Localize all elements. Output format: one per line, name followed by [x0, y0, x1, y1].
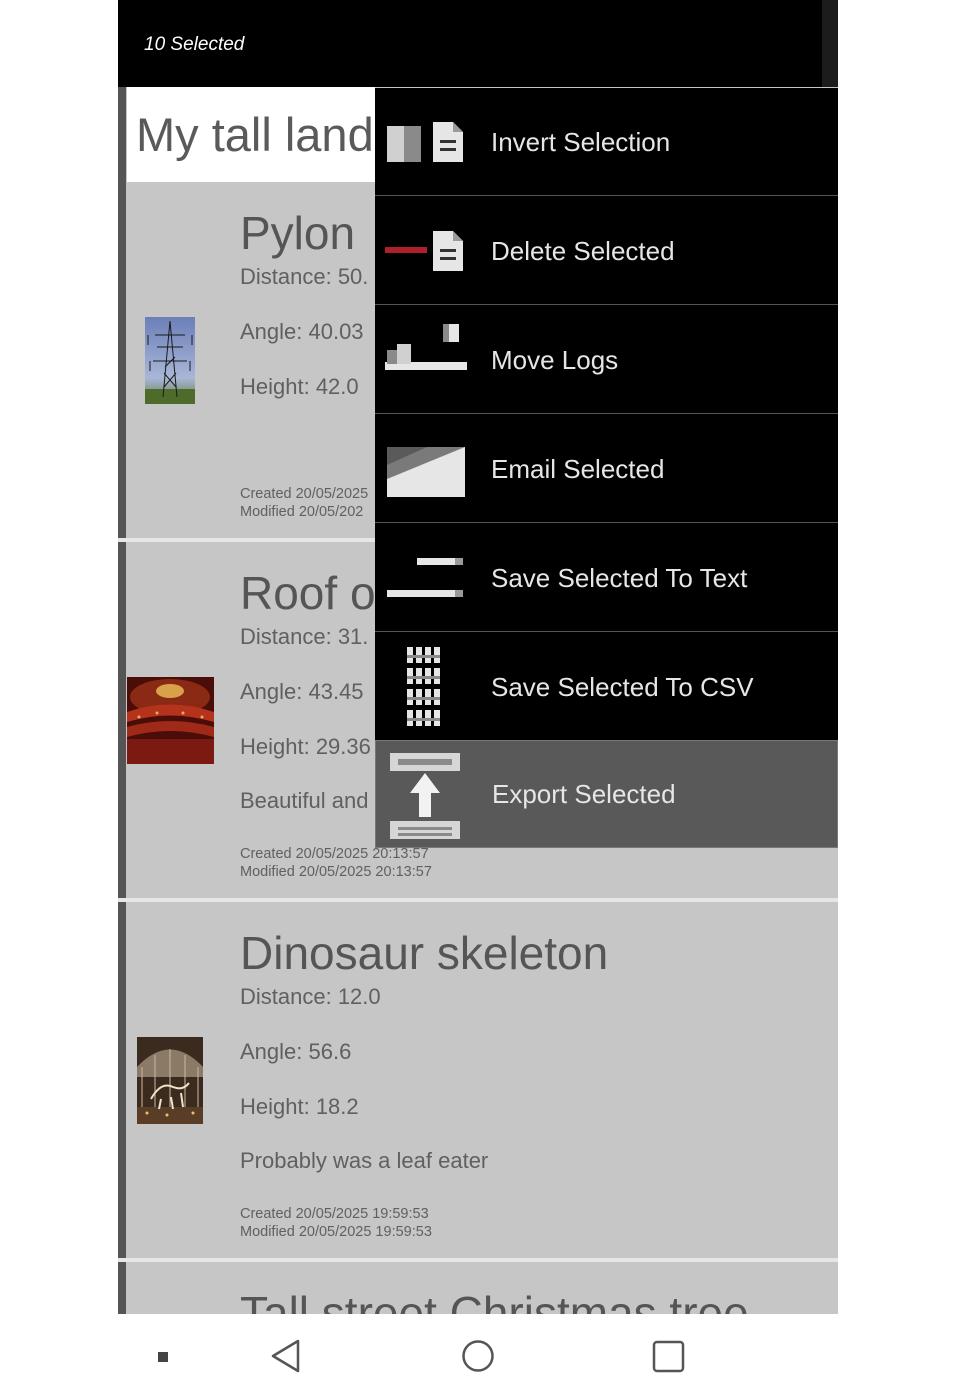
selection-indicator: [118, 542, 126, 898]
back-icon[interactable]: [270, 1339, 302, 1378]
log-distance: Distance: 31.: [240, 624, 369, 649]
log-name: Dinosaur skeleton: [240, 927, 609, 979]
log-height: Height: 42.0: [240, 374, 359, 399]
menu-item-export-selected[interactable]: Export Selected: [375, 740, 838, 848]
log-distance: Distance: 12.0: [240, 984, 381, 1009]
log-angle: Angle: 56.6: [240, 1039, 352, 1064]
overflow-menu: Invert Selection Delete Selected Move Lo…: [375, 88, 838, 848]
scrollbar[interactable]: [822, 0, 838, 87]
email-icon: [385, 429, 471, 509]
log-created: Created 20/05/2025 19:59:53: [240, 1206, 429, 1222]
selection-indicator: [118, 87, 126, 182]
nav-dot-icon: [158, 1352, 168, 1362]
menu-item-label: Export Selected: [492, 779, 676, 809]
log-name: Pylon: [240, 207, 356, 259]
menu-item-label: Save Selected To CSV: [491, 672, 754, 702]
menu-item-email-selected[interactable]: Email Selected: [375, 415, 838, 523]
invert-selection-icon: [385, 102, 471, 182]
log-distance: Distance: 50.: [240, 264, 369, 289]
log-angle: Angle: 40.03: [240, 319, 364, 344]
selection-indicator: [118, 902, 126, 1258]
log-name: Roof o: [240, 567, 376, 619]
system-nav-bar: [0, 1314, 956, 1396]
menu-item-label: Delete Selected: [491, 236, 675, 266]
log-card[interactable]: Tall street Christmas tree: [118, 1262, 838, 1314]
text-file-icon: [385, 538, 471, 618]
log-modified: Modified 20/05/2025 19:59:53: [240, 1224, 432, 1240]
menu-item-move-logs[interactable]: Move Logs: [375, 306, 838, 414]
log-height: Height: 29.36: [240, 734, 371, 759]
home-icon[interactable]: [461, 1339, 495, 1378]
list-title-field[interactable]: My tall land: [127, 87, 375, 182]
move-logs-icon: [385, 320, 471, 400]
pylon-thumbnail: [145, 317, 195, 404]
csv-grid-icon: [385, 647, 471, 727]
menu-item-label: Invert Selection: [491, 127, 671, 157]
log-card[interactable]: Dinosaur skeleton Distance: 12.0 Angle: …: [118, 902, 838, 1262]
dinosaur-thumbnail: [137, 1037, 203, 1124]
app-screen: 10 Selected My tall land Pylon Distance:…: [118, 0, 838, 1314]
log-modified: Modified 20/05/202: [240, 504, 364, 520]
log-note: Probably was a leaf eater: [240, 1148, 489, 1173]
log-angle: Angle: 43.45: [240, 679, 364, 704]
menu-item-save-to-text[interactable]: Save Selected To Text: [375, 524, 838, 632]
action-bar: 10 Selected: [118, 0, 838, 87]
log-note: Beautiful and: [240, 788, 369, 813]
menu-item-label: Move Logs: [491, 345, 619, 375]
recents-icon[interactable]: [652, 1340, 686, 1379]
delete-selected-icon: [385, 211, 471, 291]
menu-item-invert-selection[interactable]: Invert Selection: [375, 88, 838, 196]
log-modified: Modified 20/05/2025 20:13:57: [240, 864, 432, 880]
selection-indicator: [118, 182, 126, 538]
menu-item-delete-selected[interactable]: Delete Selected: [375, 197, 838, 305]
theatre-thumbnail: [127, 677, 214, 764]
menu-item-label: Email Selected: [491, 454, 665, 484]
menu-item-save-to-csv[interactable]: Save Selected To CSV: [375, 633, 838, 741]
selection-count: 10 Selected: [144, 34, 245, 55]
menu-item-label: Save Selected To Text: [491, 563, 748, 593]
selection-indicator: [118, 1262, 126, 1314]
export-icon: [386, 749, 472, 843]
log-created: Created 20/05/2025: [240, 486, 369, 502]
log-height: Height: 18.2: [240, 1094, 359, 1119]
log-name: Tall street Christmas tree: [240, 1287, 749, 1314]
